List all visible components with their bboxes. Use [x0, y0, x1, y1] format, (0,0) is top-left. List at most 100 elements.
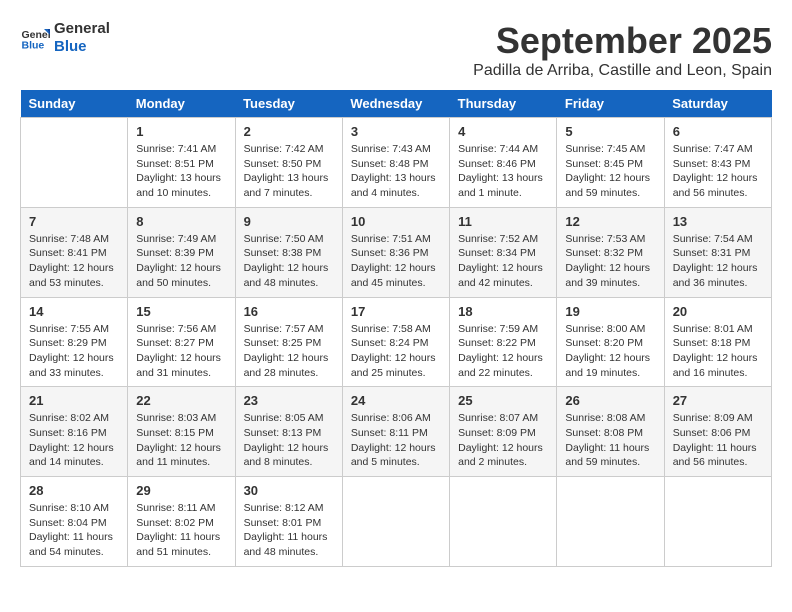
logo: General Blue General Blue — [20, 20, 110, 56]
logo-icon: General Blue — [20, 23, 50, 53]
logo-line1: General — [54, 20, 110, 38]
calendar-cell: 26Sunrise: 8:08 AM Sunset: 8:08 PM Dayli… — [557, 387, 664, 477]
day-number: 5 — [565, 124, 655, 139]
day-info: Sunrise: 7:49 AM Sunset: 8:39 PM Dayligh… — [136, 232, 226, 291]
calendar-cell: 14 Sunrise: 7:55 AM Sunset: 8:29 PM Dayli… — [21, 297, 128, 387]
day-number: 29 — [136, 483, 226, 498]
calendar-cell — [21, 118, 128, 208]
weekday-header-saturday: Saturday — [664, 90, 771, 118]
day-number: 25 — [458, 393, 548, 408]
weekday-header-monday: Monday — [128, 90, 235, 118]
weekday-header-sunday: Sunday — [21, 90, 128, 118]
calendar-cell: 5 Sunrise: 7:45 AM Sunset: 8:45 PM Daylig… — [557, 118, 664, 208]
calendar-cell: 11Sunrise: 7:52 AM Sunset: 8:34 PM Dayli… — [450, 207, 557, 297]
day-info: Sunrise: 7:51 AM Sunset: 8:36 PM Dayligh… — [351, 232, 441, 291]
day-number: 13 — [673, 214, 763, 229]
calendar-week-2: 7 Sunrise: 7:48 AM Sunset: 8:41 PM Daylig… — [21, 207, 772, 297]
day-info: Sunrise: 8:00 AM Sunset: 8:20 PM Dayligh… — [565, 322, 655, 381]
day-info: Sunrise: 8:10 AM Sunset: 8:04 PM Dayligh… — [29, 501, 119, 560]
logo-line2: Blue — [54, 38, 110, 56]
day-info: Sunrise: 7:43 AM Sunset: 8:48 PM Dayligh… — [351, 142, 441, 201]
calendar-cell: 6 Sunrise: 7:47 AM Sunset: 8:43 PM Daylig… — [664, 118, 771, 208]
page-header: General Blue General Blue September 2025… — [20, 20, 772, 80]
day-number: 8 — [136, 214, 226, 229]
day-info: Sunrise: 7:53 AM Sunset: 8:32 PM Dayligh… — [565, 232, 655, 291]
day-info: Sunrise: 7:50 AM Sunset: 8:38 PM Dayligh… — [244, 232, 334, 291]
calendar-cell — [450, 477, 557, 567]
weekday-header-friday: Friday — [557, 90, 664, 118]
day-info: Sunrise: 7:42 AM Sunset: 8:50 PM Dayligh… — [244, 142, 334, 201]
day-number: 10 — [351, 214, 441, 229]
calendar-cell: 25 Sunrise: 8:07 AM Sunset: 8:09 PM Dayli… — [450, 387, 557, 477]
calendar-cell: 3 Sunrise: 7:43 AM Sunset: 8:48 PM Daylig… — [342, 118, 449, 208]
calendar-cell: 18Sunrise: 7:59 AM Sunset: 8:22 PM Dayli… — [450, 297, 557, 387]
calendar-table: SundayMondayTuesdayWednesdayThursdayFrid… — [20, 90, 772, 567]
calendar-cell: 16 Sunrise: 7:57 AM Sunset: 8:25 PM Dayli… — [235, 297, 342, 387]
svg-text:Blue: Blue — [22, 40, 45, 52]
day-number: 7 — [29, 214, 119, 229]
calendar-cell: 12Sunrise: 7:53 AM Sunset: 8:32 PM Dayli… — [557, 207, 664, 297]
day-number: 30 — [244, 483, 334, 498]
day-number: 23 — [244, 393, 334, 408]
day-info: Sunrise: 8:07 AM Sunset: 8:09 PM Dayligh… — [458, 411, 548, 470]
calendar-cell: 10 Sunrise: 7:51 AM Sunset: 8:36 PM Dayli… — [342, 207, 449, 297]
day-number: 24 — [351, 393, 441, 408]
calendar-cell: 17Sunrise: 7:58 AM Sunset: 8:24 PM Dayli… — [342, 297, 449, 387]
day-info: Sunrise: 8:01 AM Sunset: 8:18 PM Dayligh… — [673, 322, 763, 381]
day-number: 2 — [244, 124, 334, 139]
calendar-cell — [342, 477, 449, 567]
day-info: Sunrise: 7:56 AM Sunset: 8:27 PM Dayligh… — [136, 322, 226, 381]
calendar-cell: 8 Sunrise: 7:49 AM Sunset: 8:39 PM Daylig… — [128, 207, 235, 297]
calendar-cell: 7 Sunrise: 7:48 AM Sunset: 8:41 PM Daylig… — [21, 207, 128, 297]
weekday-header-thursday: Thursday — [450, 90, 557, 118]
day-number: 1 — [136, 124, 226, 139]
day-info: Sunrise: 7:54 AM Sunset: 8:31 PM Dayligh… — [673, 232, 763, 291]
calendar-cell: 22Sunrise: 8:03 AM Sunset: 8:15 PM Dayli… — [128, 387, 235, 477]
day-number: 27 — [673, 393, 763, 408]
calendar-week-4: 21Sunrise: 8:02 AM Sunset: 8:16 PM Dayli… — [21, 387, 772, 477]
day-info: Sunrise: 8:05 AM Sunset: 8:13 PM Dayligh… — [244, 411, 334, 470]
day-number: 15 — [136, 304, 226, 319]
day-number: 18 — [458, 304, 548, 319]
location-subtitle: Padilla de Arriba, Castille and Leon, Sp… — [473, 62, 772, 80]
title-block: September 2025 Padilla de Arriba, Castil… — [473, 20, 772, 80]
day-info: Sunrise: 7:45 AM Sunset: 8:45 PM Dayligh… — [565, 142, 655, 201]
day-number: 20 — [673, 304, 763, 319]
calendar-cell: 20 Sunrise: 8:01 AM Sunset: 8:18 PM Dayli… — [664, 297, 771, 387]
day-info: Sunrise: 7:48 AM Sunset: 8:41 PM Dayligh… — [29, 232, 119, 291]
calendar-cell: 13 Sunrise: 7:54 AM Sunset: 8:31 PM Dayli… — [664, 207, 771, 297]
day-info: Sunrise: 7:44 AM Sunset: 8:46 PM Dayligh… — [458, 142, 548, 201]
day-number: 16 — [244, 304, 334, 319]
day-number: 19 — [565, 304, 655, 319]
day-info: Sunrise: 7:55 AM Sunset: 8:29 PM Dayligh… — [29, 322, 119, 381]
calendar-week-3: 14 Sunrise: 7:55 AM Sunset: 8:29 PM Dayli… — [21, 297, 772, 387]
day-info: Sunrise: 7:58 AM Sunset: 8:24 PM Dayligh… — [351, 322, 441, 381]
day-info: Sunrise: 8:06 AM Sunset: 8:11 PM Dayligh… — [351, 411, 441, 470]
day-info: Sunrise: 8:08 AM Sunset: 8:08 PM Dayligh… — [565, 411, 655, 470]
weekday-header-wednesday: Wednesday — [342, 90, 449, 118]
calendar-cell: 19 Sunrise: 8:00 AM Sunset: 8:20 PM Dayli… — [557, 297, 664, 387]
month-title: September 2025 — [473, 20, 772, 62]
day-info: Sunrise: 8:11 AM Sunset: 8:02 PM Dayligh… — [136, 501, 226, 560]
day-number: 28 — [29, 483, 119, 498]
day-info: Sunrise: 7:47 AM Sunset: 8:43 PM Dayligh… — [673, 142, 763, 201]
day-number: 6 — [673, 124, 763, 139]
day-number: 14 — [29, 304, 119, 319]
calendar-cell — [664, 477, 771, 567]
day-number: 11 — [458, 214, 548, 229]
weekday-header-tuesday: Tuesday — [235, 90, 342, 118]
day-number: 3 — [351, 124, 441, 139]
calendar-cell: 15 Sunrise: 7:56 AM Sunset: 8:27 PM Dayli… — [128, 297, 235, 387]
calendar-cell: 9 Sunrise: 7:50 AM Sunset: 8:38 PM Daylig… — [235, 207, 342, 297]
day-info: Sunrise: 8:09 AM Sunset: 8:06 PM Dayligh… — [673, 411, 763, 470]
calendar-week-1: 1 Sunrise: 7:41 AM Sunset: 8:51 PM Daylig… — [21, 118, 772, 208]
day-number: 9 — [244, 214, 334, 229]
day-info: Sunrise: 7:57 AM Sunset: 8:25 PM Dayligh… — [244, 322, 334, 381]
calendar-cell: 29 Sunrise: 8:11 AM Sunset: 8:02 PM Dayli… — [128, 477, 235, 567]
day-number: 4 — [458, 124, 548, 139]
calendar-cell — [557, 477, 664, 567]
calendar-cell: 23 Sunrise: 8:05 AM Sunset: 8:13 PM Dayli… — [235, 387, 342, 477]
day-info: Sunrise: 8:03 AM Sunset: 8:15 PM Dayligh… — [136, 411, 226, 470]
day-info: Sunrise: 7:41 AM Sunset: 8:51 PM Dayligh… — [136, 142, 226, 201]
calendar-cell: 24 Sunrise: 8:06 AM Sunset: 8:11 PM Dayli… — [342, 387, 449, 477]
